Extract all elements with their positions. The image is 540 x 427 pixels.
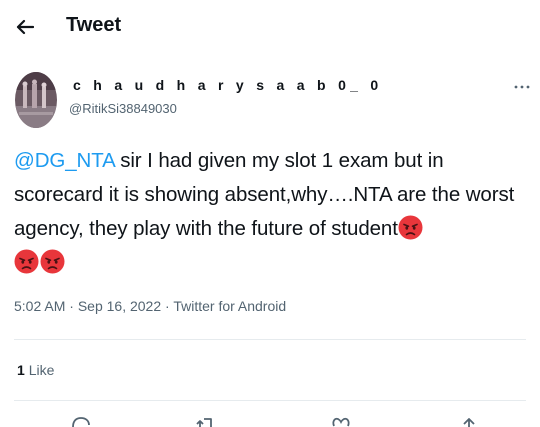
tweet-meta: 5:02 AM · Sep 16, 2022 · Twitter for And… bbox=[14, 298, 286, 314]
header: Tweet bbox=[0, 0, 540, 56]
like-icon bbox=[332, 417, 350, 427]
reply-icon bbox=[72, 417, 90, 427]
angry-face-emoji-icon bbox=[398, 215, 423, 240]
tweet-time[interactable]: 5:02 AM bbox=[14, 298, 65, 314]
avatar[interactable] bbox=[15, 72, 57, 128]
share-icon bbox=[463, 418, 475, 427]
arrow-left-icon bbox=[16, 19, 34, 35]
more-options-button[interactable] bbox=[512, 80, 532, 94]
display-name[interactable]: c h a u d h a r y s a a b 0_ 0 bbox=[73, 77, 383, 93]
action-bar bbox=[0, 412, 540, 427]
retweet-button[interactable] bbox=[196, 416, 218, 427]
tweet-source[interactable]: Twitter for Android bbox=[173, 298, 286, 314]
back-button[interactable] bbox=[12, 14, 38, 40]
angry-face-emoji-icon bbox=[14, 249, 39, 274]
share-button[interactable] bbox=[458, 416, 480, 427]
user-handle[interactable]: @RitikSi38849030 bbox=[69, 101, 177, 116]
divider bbox=[14, 400, 526, 401]
more-dots-icon bbox=[514, 85, 530, 89]
tweet-text: @DG_NTA sir I had given my slot 1 exam b… bbox=[14, 144, 524, 280]
like-button[interactable] bbox=[330, 416, 352, 427]
meta-separator: · bbox=[69, 298, 74, 314]
angry-face-emoji-icon bbox=[40, 249, 65, 274]
retweet-icon bbox=[196, 418, 212, 427]
reply-button[interactable] bbox=[70, 416, 92, 427]
divider bbox=[14, 339, 526, 340]
profile-photo bbox=[15, 72, 57, 128]
likes-label: Like bbox=[28, 362, 55, 378]
meta-separator: · bbox=[165, 298, 170, 314]
tweet-date[interactable]: Sep 16, 2022 bbox=[78, 298, 161, 314]
likes-count[interactable]: 1 Like bbox=[17, 362, 54, 378]
page-title: Tweet bbox=[66, 14, 122, 36]
likes-number: 1 bbox=[17, 362, 25, 378]
mention-link[interactable]: @DG_NTA bbox=[14, 149, 115, 172]
